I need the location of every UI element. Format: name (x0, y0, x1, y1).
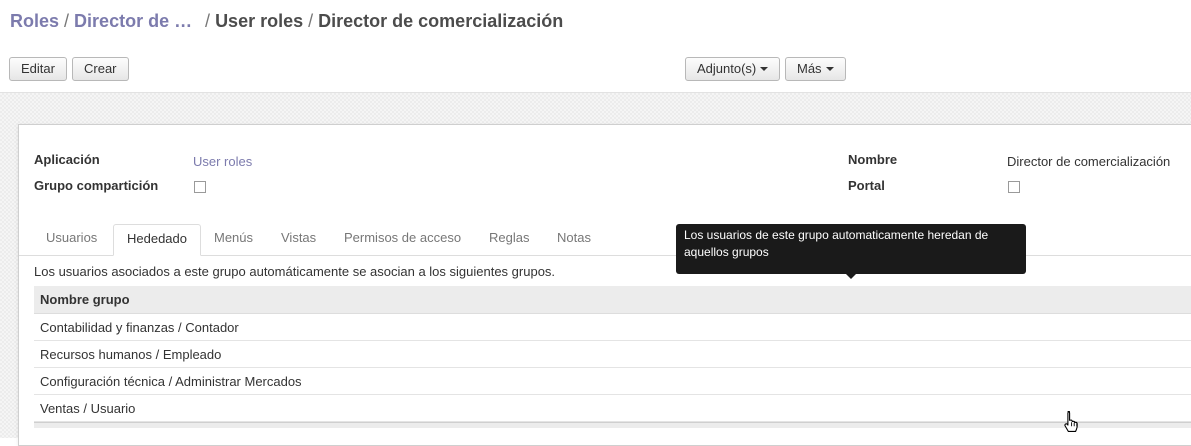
attachments-button[interactable]: Adjunto(s) (685, 57, 781, 81)
breadcrumb-roles[interactable]: Roles (10, 11, 59, 31)
edit-button[interactable]: Editar (9, 57, 67, 81)
column-header-group-name[interactable]: Nombre grupo (34, 286, 1191, 314)
caret-down-icon (760, 66, 769, 71)
tab-notas[interactable]: Notas (544, 224, 604, 256)
caret-down-icon (825, 66, 834, 71)
breadcrumb-separator: / (64, 11, 70, 31)
table-row[interactable]: Ventas / Usuario (34, 395, 1191, 422)
tab-menus[interactable]: Menús (201, 224, 266, 256)
tab-permisos-de-acceso[interactable]: Permisos de acceso (331, 224, 474, 256)
tooltip-arrow (846, 274, 856, 279)
table-row[interactable]: Contabilidad y finanzas / Contador (34, 314, 1191, 341)
tab-vistas[interactable]: Vistas (268, 224, 329, 256)
tab-reglas[interactable]: Reglas (476, 224, 542, 256)
share-group-checkbox[interactable] (194, 181, 206, 193)
tab-hededado[interactable]: Hededado (113, 224, 201, 256)
breadcrumb-separator: / (205, 11, 211, 31)
application-value-link[interactable]: User roles (193, 154, 252, 169)
table-footer (34, 422, 1191, 428)
control-panel: Roles/Director de comercialización/User … (0, 0, 1191, 93)
table-row[interactable]: Configuración técnica / Administrar Merc… (34, 368, 1191, 395)
create-button[interactable]: Crear (72, 57, 129, 81)
inherited-help-text: Los usuarios asociados a este grupo auto… (34, 264, 556, 279)
inherited-groups-table: Nombre grupo Contabilidad y finanzas / C… (34, 286, 1191, 428)
breadcrumb-current: Director de comercialización (318, 11, 564, 31)
portal-checkbox[interactable] (1008, 181, 1020, 193)
application-label: Aplicación (34, 152, 100, 167)
breadcrumb-separator: / (308, 11, 314, 31)
table-row[interactable]: Recursos humanos / Empleado (34, 341, 1191, 368)
tab-usuarios[interactable]: Usuarios (33, 224, 110, 256)
tab-tooltip: Los usuarios de este grupo automaticamen… (676, 224, 1026, 274)
name-label: Nombre (848, 152, 898, 167)
more-label: Más (797, 61, 822, 76)
more-button[interactable]: Más (785, 57, 846, 81)
attachments-label: Adjunto(s) (697, 61, 757, 76)
breadcrumb: Roles/Director de comercialización/User … (10, 11, 563, 32)
breadcrumb-director-truncated[interactable]: Director de comercialización (74, 11, 198, 32)
breadcrumb-user-roles: User roles (215, 11, 304, 31)
portal-label: Portal (848, 178, 885, 193)
share-group-label: Grupo compartición (34, 178, 159, 193)
hand-pointer-icon (1064, 410, 1078, 432)
name-value: Director de comercialización (1007, 154, 1171, 169)
